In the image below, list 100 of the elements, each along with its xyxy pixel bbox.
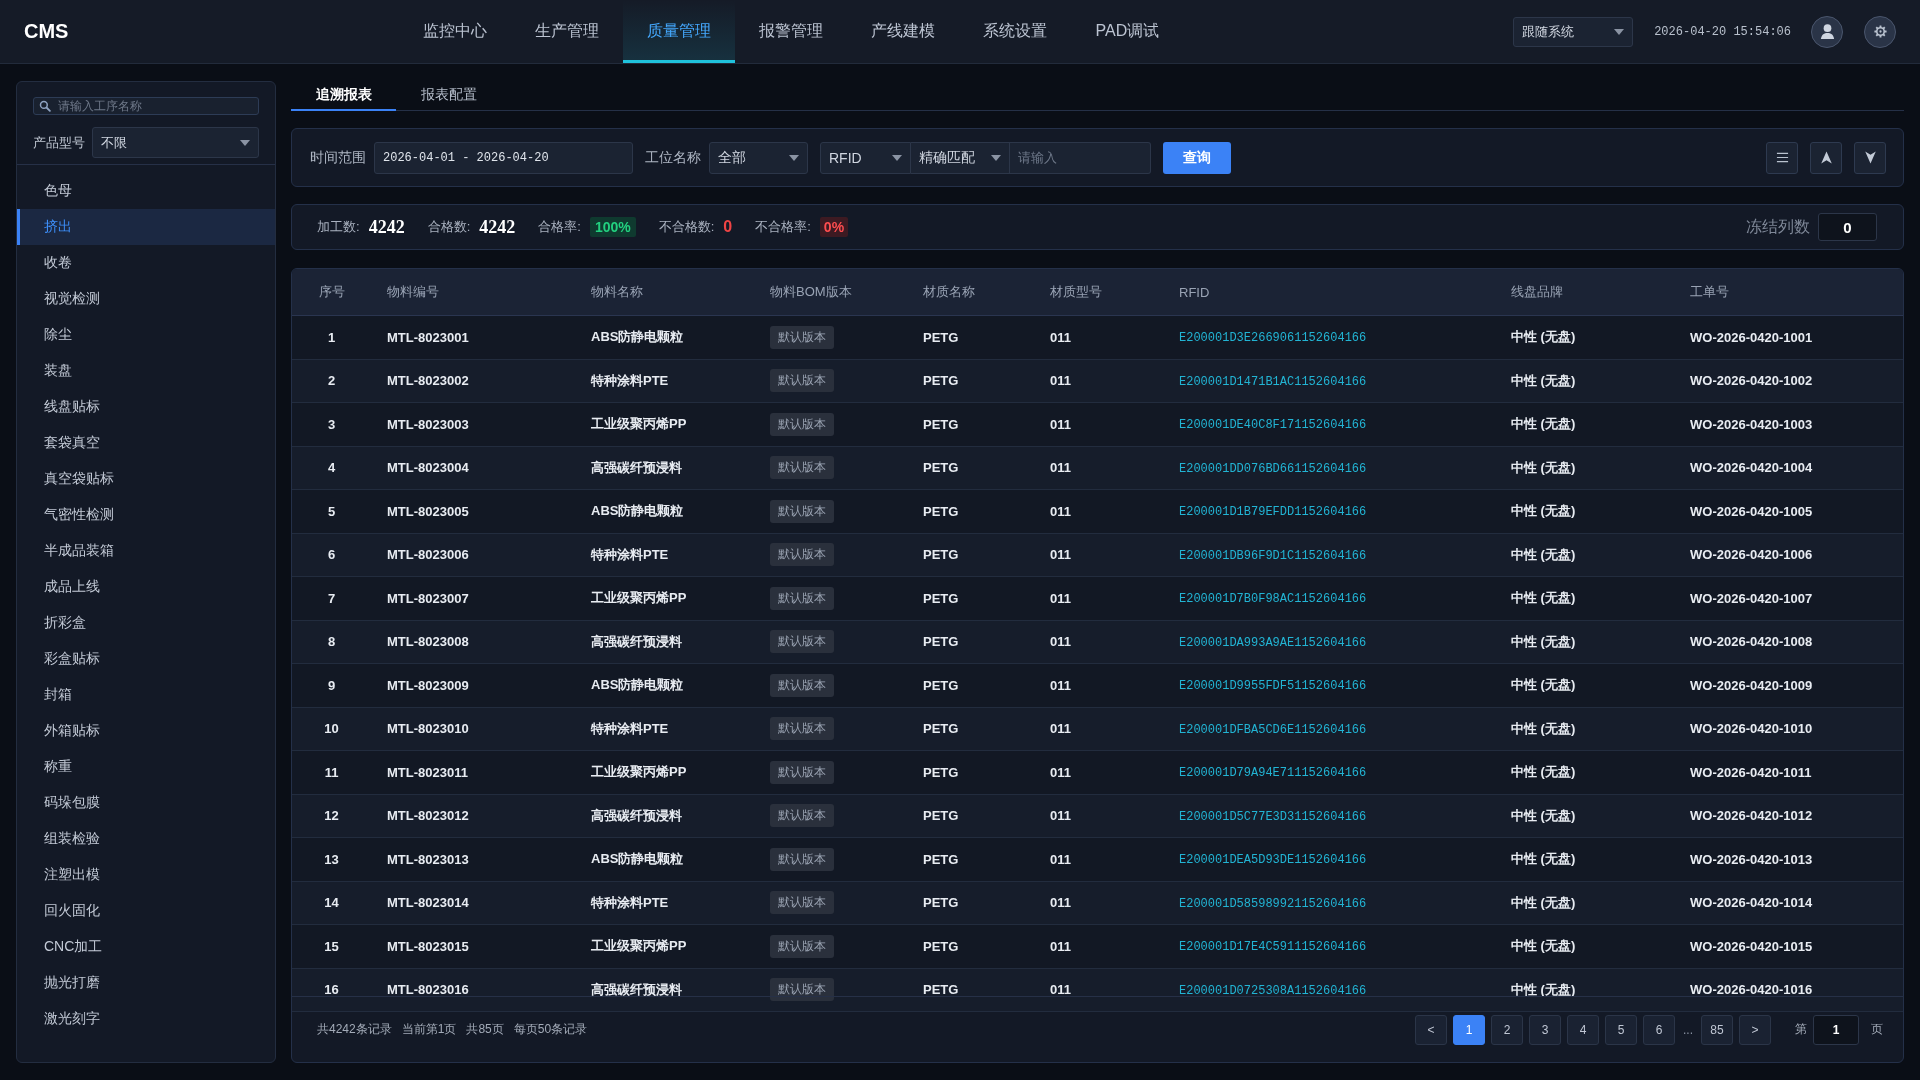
rfid-text: E200001D17E4C5911152604166	[1179, 940, 1367, 955]
page-button[interactable]: 6	[1643, 1014, 1675, 1045]
page-button[interactable]: 1	[1453, 1014, 1485, 1045]
table-cell: 中性 (无盘)	[1511, 677, 1576, 693]
nav-tab[interactable]: PAD调试	[1071, 0, 1184, 63]
process-item[interactable]: 视觉检测	[17, 281, 275, 317]
row-number: 4	[327, 460, 336, 476]
page-button[interactable]: 2	[1491, 1014, 1523, 1045]
search-field[interactable]: 请输入工序名称	[33, 97, 259, 115]
table-cell: MTL-8023005	[387, 503, 469, 519]
process-item[interactable]: 注塑出模	[17, 857, 275, 893]
table-cell: 工业级聚丙烯PP	[591, 590, 687, 606]
process-item[interactable]: 挤出	[17, 209, 275, 245]
process-item[interactable]: 激光刻字	[17, 1001, 275, 1037]
row-number: 11	[324, 764, 339, 780]
table-cell: MTL-8023003	[387, 416, 469, 432]
table-cell: 011	[1050, 982, 1071, 998]
row-number: 5	[327, 503, 336, 519]
move-down-button[interactable]	[1854, 141, 1886, 174]
rfid-text: E200001D0725308A1152604166	[1179, 983, 1367, 998]
table-cell: 特种涂料PTE	[591, 894, 669, 910]
nav-tab[interactable]: 系统设置	[959, 0, 1072, 63]
theme-select[interactable]: 跟随系统	[1513, 16, 1634, 47]
table-cell: 011	[1050, 373, 1071, 389]
table-cell: 中性 (无盘)	[1511, 894, 1576, 910]
table-cell: WO-2026-0420-1005	[1690, 503, 1813, 519]
rfid-text: E200001DEA5D93DE1152604166	[1179, 853, 1367, 868]
process-item[interactable]: 半成品装箱	[17, 533, 275, 569]
table-cell: 011	[1050, 677, 1071, 693]
process-item[interactable]: 回火固化	[17, 893, 275, 929]
rfid-text: E200001D79A94E711152604166	[1179, 766, 1367, 781]
column-header: 物料BOM版本	[770, 284, 852, 299]
keyword-field[interactable]: 请输入	[1010, 141, 1151, 174]
table-cell: 中性 (无盘)	[1511, 764, 1576, 780]
table-cell: PETG	[923, 460, 959, 476]
table-cell: PETG	[923, 938, 959, 954]
table-cell: PETG	[923, 721, 959, 737]
table-cell: 中性 (无盘)	[1511, 807, 1576, 823]
time-range-label: 时间范围	[310, 148, 366, 167]
app-logo: CMS	[24, 20, 69, 43]
page-jump-field[interactable]: 1	[1813, 1014, 1859, 1045]
row-number: 14	[324, 895, 339, 911]
version-tag: 默认版本	[770, 934, 834, 958]
match-select[interactable]: 精确匹配	[911, 141, 1010, 174]
move-up-button[interactable]	[1810, 141, 1842, 174]
process-item[interactable]: 码垛包膜	[17, 785, 275, 821]
settings-button[interactable]	[1864, 15, 1896, 48]
freeze-columns-field[interactable]: 0	[1818, 213, 1877, 241]
row-number: 7	[327, 590, 336, 606]
process-item[interactable]: 真空袋贴标	[17, 461, 275, 497]
page-button[interactable]: 3	[1529, 1014, 1561, 1045]
query-button[interactable]: 查询	[1163, 141, 1231, 174]
version-tag: 默认版本	[770, 499, 834, 523]
table-cell: 011	[1050, 460, 1071, 476]
page-button[interactable]: 5	[1605, 1014, 1637, 1045]
column-header: 工单号	[1690, 284, 1729, 299]
process-item[interactable]: 抛光打磨	[17, 965, 275, 1001]
process-item[interactable]: 外箱贴标	[17, 713, 275, 749]
menu-button[interactable]	[1766, 141, 1798, 174]
report-tab[interactable]: 报表配置	[396, 81, 501, 111]
nav-tab[interactable]: 产线建模	[847, 0, 960, 63]
table-cell: MTL-8023015	[387, 938, 469, 954]
report-tab[interactable]: 追溯报表	[291, 81, 396, 111]
station-select[interactable]: 全部	[709, 141, 808, 174]
process-item[interactable]: 称重	[17, 749, 275, 785]
date-range-field[interactable]: 2026-04-01 - 2026-04-20	[374, 141, 633, 174]
process-item[interactable]: 除尘	[17, 317, 275, 353]
process-item[interactable]: 彩盒贴标	[17, 641, 275, 677]
next-page-button[interactable]: >	[1739, 1014, 1771, 1045]
table-cell: 高强碳纤预浸料	[591, 633, 682, 649]
prev-page-button[interactable]: <	[1415, 1014, 1447, 1045]
nav-tab[interactable]: 报警管理	[735, 0, 848, 63]
process-item[interactable]: 折彩盒	[17, 605, 275, 641]
process-item[interactable]: 封箱	[17, 677, 275, 713]
page-button[interactable]: 4	[1567, 1014, 1599, 1045]
nav-tab[interactable]: 生产管理	[511, 0, 624, 63]
table-cell: PETG	[923, 634, 959, 650]
version-tag: 默认版本	[770, 978, 834, 1002]
table-cell: MTL-8023009	[387, 677, 469, 693]
process-item[interactable]: 收卷	[17, 245, 275, 281]
process-item[interactable]: CNC加工	[17, 929, 275, 965]
process-item[interactable]: 线盘贴标	[17, 389, 275, 425]
field-select[interactable]: RFID	[820, 141, 911, 174]
table-cell: 011	[1050, 764, 1071, 780]
product-model-select[interactable]: 不限	[92, 127, 259, 158]
process-item[interactable]: 套袋真空	[17, 425, 275, 461]
rfid-text: E200001D5C77E3D31152604166	[1179, 809, 1367, 824]
process-item[interactable]: 装盘	[17, 353, 275, 389]
process-item[interactable]: 组装检验	[17, 821, 275, 857]
table-cell: 中性 (无盘)	[1511, 633, 1576, 649]
process-item[interactable]: 色母	[17, 173, 275, 209]
process-item[interactable]: 气密性检测	[17, 497, 275, 533]
process-item[interactable]: 成品上线	[17, 569, 275, 605]
page-button[interactable]: 85	[1701, 1014, 1733, 1045]
stat-value: 4242	[368, 216, 405, 238]
table-cell: PETG	[923, 895, 959, 911]
user-button[interactable]	[1811, 15, 1843, 48]
column-header: 物料编号	[387, 284, 439, 299]
nav-tab[interactable]: 监控中心	[399, 0, 512, 63]
stat-label: 合格率:	[538, 218, 581, 236]
